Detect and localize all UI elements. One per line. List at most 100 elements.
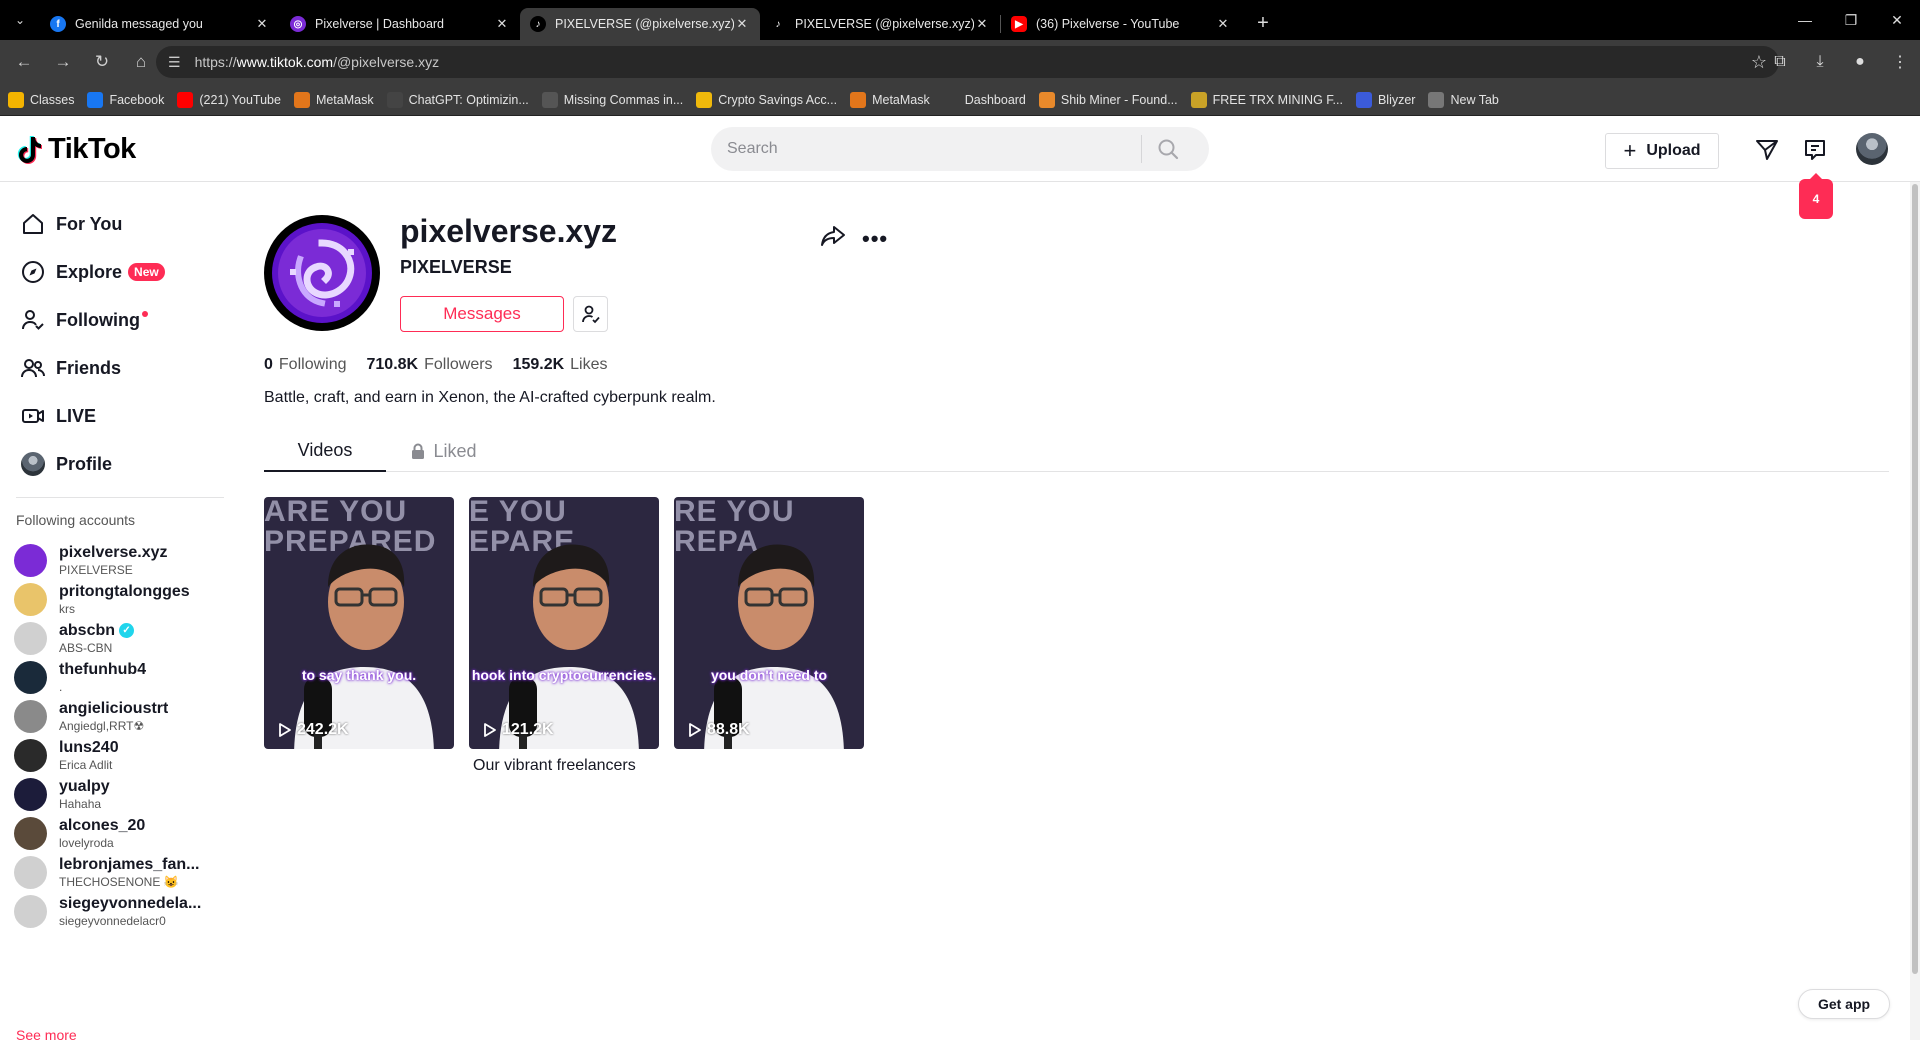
url-text: https://www.tiktok.com/@pixelverse.xyz bbox=[194, 54, 440, 70]
share-icon[interactable] bbox=[820, 223, 846, 249]
home-button-icon[interactable]: ⌂ bbox=[123, 44, 159, 80]
following-account-item[interactable]: thefunhub4. bbox=[14, 655, 224, 699]
friends-icon bbox=[20, 355, 46, 381]
close-icon[interactable]: ✕ bbox=[494, 16, 510, 32]
more-options-icon[interactable]: ••• bbox=[862, 226, 888, 252]
following-account-item[interactable]: siegeyvonnedela... siegeyvonnedelacr0 bbox=[14, 889, 224, 933]
following-account-item[interactable]: yualpy Hahaha bbox=[14, 772, 224, 816]
tiktok-header: TikTok + Upload bbox=[0, 116, 1920, 182]
minimize-icon[interactable]: — bbox=[1782, 0, 1828, 40]
upload-button[interactable]: + Upload bbox=[1605, 133, 1719, 169]
sidebar-item-following[interactable]: Following bbox=[20, 300, 148, 340]
sidebar-item-explore[interactable]: Explore New bbox=[20, 252, 165, 292]
messages-button[interactable]: Messages bbox=[400, 296, 564, 332]
following-account-item[interactable]: pixelverse.xyz PIXELVERSE bbox=[14, 538, 224, 582]
following-check-button[interactable] bbox=[573, 296, 608, 332]
following-account-item[interactable]: pritongtalongges krs bbox=[14, 577, 224, 621]
sidebar-item-for-you[interactable]: For You bbox=[20, 204, 122, 244]
tab-liked[interactable]: Liked bbox=[394, 430, 494, 472]
bookmark-item[interactable]: MetaMask bbox=[293, 91, 374, 108]
sidebar-item-label: LIVE bbox=[56, 405, 97, 426]
tab-search-icon[interactable]: ⌄ bbox=[0, 0, 40, 40]
avatar bbox=[14, 894, 47, 928]
get-app-button[interactable]: Get app bbox=[1798, 989, 1890, 1019]
presenter-image bbox=[499, 544, 639, 749]
account-name: pritongtalongges bbox=[59, 582, 190, 600]
bookmark-item[interactable]: FREE TRX MINING F... bbox=[1190, 91, 1343, 108]
tiktok-logo[interactable]: TikTok bbox=[16, 133, 136, 166]
following-account-item[interactable]: abscbn ✓ ABS-CBN bbox=[14, 616, 224, 660]
extensions-icon[interactable]: ⧉ bbox=[1760, 44, 1800, 80]
bookmark-item[interactable]: (221) YouTube bbox=[177, 91, 281, 108]
sidebar-item-live[interactable]: LIVE bbox=[20, 396, 96, 436]
new-tab-button[interactable]: + bbox=[1247, 7, 1279, 39]
video-title[interactable]: Our vibrant freelancers bbox=[473, 757, 636, 775]
close-icon[interactable]: ✕ bbox=[734, 16, 750, 32]
close-icon[interactable]: ✕ bbox=[1215, 16, 1231, 32]
bookmark-item[interactable]: New Tab bbox=[1428, 91, 1499, 108]
account-nickname: krs bbox=[59, 601, 75, 616]
restore-icon[interactable]: ❐ bbox=[1828, 0, 1874, 40]
reload-icon[interactable]: ↻ bbox=[84, 44, 120, 80]
download-icon[interactable]: ⤓ bbox=[1800, 44, 1840, 80]
browser-tab[interactable]: ▶ (36) Pixelverse - YouTube ✕ bbox=[1001, 8, 1241, 40]
search-button[interactable] bbox=[1142, 127, 1194, 171]
send-icon[interactable] bbox=[1754, 137, 1780, 163]
profile-icon[interactable]: ● bbox=[1840, 44, 1880, 80]
following-account-item[interactable]: alcones_20 lovelyroda bbox=[14, 811, 224, 855]
site-info-icon[interactable]: ☰ bbox=[168, 54, 181, 71]
browser-tab[interactable]: f Genilda messaged you ✕ bbox=[40, 8, 280, 40]
following-label[interactable]: Following bbox=[279, 356, 347, 374]
scrollbar-thumb[interactable] bbox=[1912, 184, 1918, 974]
browser-tab[interactable]: ♪ PIXELVERSE (@pixelverse.xyz) | TikTok … bbox=[760, 8, 1000, 40]
bookmark-item[interactable]: Classes bbox=[8, 91, 74, 108]
bookmark-item[interactable]: Missing Commas in... bbox=[541, 91, 683, 108]
profile-tabs: Videos Liked bbox=[264, 430, 1889, 472]
search-input[interactable] bbox=[711, 140, 1141, 158]
url-input[interactable]: ☰ https://www.tiktok.com/@pixelverse.xyz… bbox=[156, 46, 1779, 78]
bookmark-item[interactable]: Facebook bbox=[87, 91, 164, 108]
sidebar-item-profile[interactable]: Profile bbox=[20, 444, 112, 484]
browser-tab[interactable]: ◎ Pixelverse | Dashboard ✕ bbox=[280, 8, 520, 40]
following-account-item[interactable]: lebronjames_fan... THECHOSENONE 😺 bbox=[14, 850, 224, 894]
close-window-icon[interactable]: ✕ bbox=[1874, 0, 1920, 40]
account-name: abscbn ✓ bbox=[59, 622, 135, 640]
close-icon[interactable]: ✕ bbox=[254, 16, 270, 32]
following-account-item[interactable]: luns240 Erica Adlit bbox=[14, 733, 224, 777]
bookmark-item[interactable]: Crypto Savings Acc... bbox=[696, 91, 837, 108]
bookmark-icon bbox=[293, 91, 310, 108]
view-count: 242.2K bbox=[278, 721, 349, 739]
browser-tab-active[interactable]: ♪ PIXELVERSE (@pixelverse.xyz) | TikTok … bbox=[520, 8, 760, 40]
account-nickname: ABS-CBN bbox=[59, 640, 113, 655]
account-name: yualpy bbox=[59, 777, 110, 795]
bookmark-item[interactable]: Shib Miner - Found... bbox=[1038, 91, 1178, 108]
tab-title: (36) Pixelverse - YouTube bbox=[1036, 17, 1180, 31]
see-more-link[interactable]: See more bbox=[16, 1027, 77, 1043]
avatar[interactable] bbox=[1856, 133, 1888, 165]
video-thumbnail[interactable]: ARE YOU PREPARED to say thank you. 242.2K bbox=[264, 497, 454, 749]
video-thumbnail[interactable]: RE YOU REPA you don't need to 88.8K bbox=[674, 497, 864, 749]
scrollbar[interactable] bbox=[1910, 182, 1920, 1040]
bookmark-label: (221) YouTube bbox=[199, 92, 281, 107]
inbox-icon[interactable] bbox=[1802, 137, 1828, 163]
video-thumbnail[interactable]: E YOU EPARE hook into cryptocurrencies. 12… bbox=[469, 497, 659, 749]
home-icon bbox=[20, 211, 46, 237]
followers-label[interactable]: Followers bbox=[424, 356, 492, 374]
sidebar-item-friends[interactable]: Friends bbox=[20, 348, 121, 388]
tab-videos[interactable]: Videos bbox=[264, 430, 386, 472]
forward-icon[interactable]: → bbox=[45, 44, 81, 80]
bookmark-item[interactable]: MetaMask bbox=[850, 91, 930, 108]
bookmark-item[interactable]: ChatGPT: Optimizin... bbox=[386, 91, 529, 108]
menu-kebab-icon[interactable]: ⋮ bbox=[1880, 44, 1920, 80]
likes-count: 159.2K bbox=[512, 356, 565, 373]
bookmark-label: Bliyzer bbox=[1377, 92, 1416, 107]
bookmark-item[interactable]: Dashboard bbox=[942, 91, 1026, 108]
bookmark-item[interactable]: Bliyzer bbox=[1355, 91, 1416, 108]
following-account-item[interactable]: angielicioustrt Angiedgl,RRT☢ bbox=[14, 694, 224, 738]
back-icon[interactable]: ← bbox=[6, 44, 42, 80]
bookmark-label: FREE TRX MINING F... bbox=[1212, 92, 1343, 107]
close-icon[interactable]: ✕ bbox=[974, 16, 990, 32]
live-icon bbox=[20, 403, 46, 429]
avatar bbox=[14, 699, 47, 733]
tab-title: Genilda messaged you bbox=[75, 17, 203, 31]
